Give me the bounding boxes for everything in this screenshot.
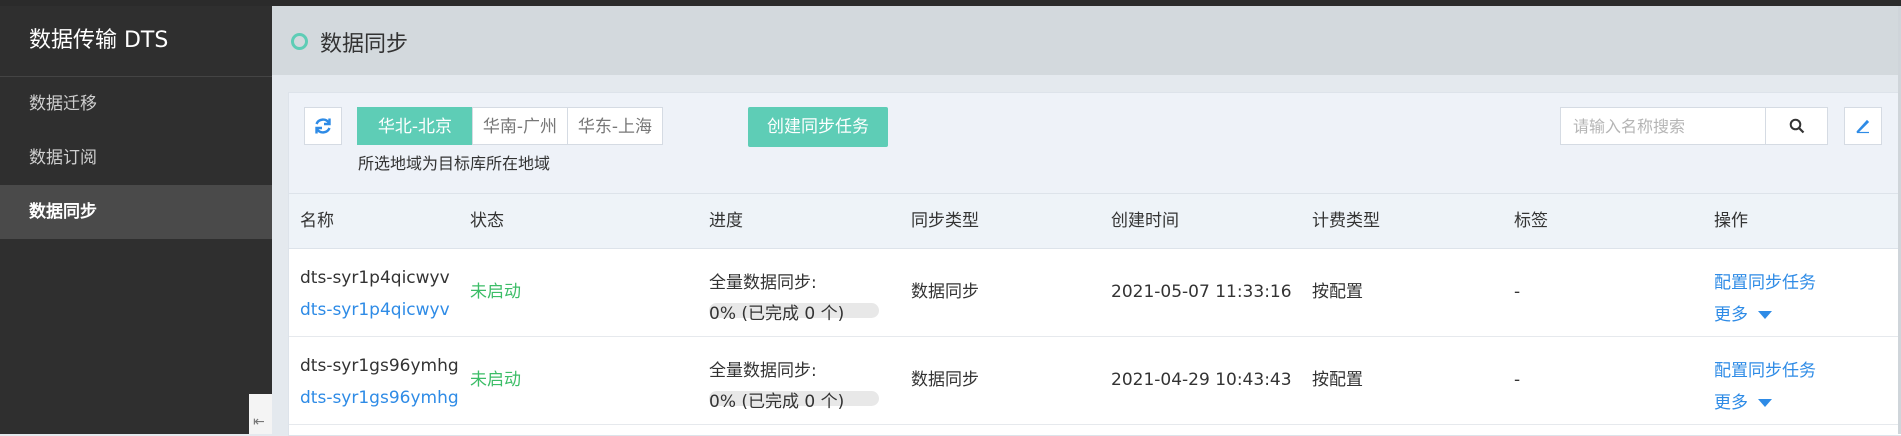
region-tab-shanghai[interactable]: 华东-上海 bbox=[567, 107, 663, 145]
billing-type: 按配置 bbox=[1312, 370, 1363, 390]
status-text: 未启动 bbox=[470, 370, 521, 390]
column-header-name: 名称 bbox=[300, 211, 334, 231]
configure-sync-task-link[interactable]: 配置同步任务 bbox=[1714, 268, 1816, 293]
search-icon bbox=[1789, 118, 1805, 134]
task-id-link[interactable]: dts-syr1p4qicwyv bbox=[300, 300, 450, 320]
task-name: dts-syr1p4qicwyv bbox=[300, 268, 450, 288]
column-header-progress: 进度 bbox=[709, 211, 743, 231]
progress-label: 全量数据同步: bbox=[709, 361, 817, 381]
tag-value: - bbox=[1514, 282, 1521, 302]
table-row: dts-syr1gs96ymhg dts-syr1gs96ymhg 未启动 全量… bbox=[289, 337, 1901, 425]
refresh-button[interactable] bbox=[304, 107, 342, 145]
sidebar-item-sync[interactable]: 数据同步 bbox=[0, 185, 272, 239]
region-tab-guangzhou[interactable]: 华南-广州 bbox=[472, 107, 568, 145]
table-row: dts-syr1p4qicwyv dts-syr1p4qicwyv 未启动 全量… bbox=[289, 249, 1901, 337]
more-actions-dropdown[interactable]: 更多 bbox=[1714, 388, 1772, 413]
edit-button[interactable] bbox=[1844, 107, 1882, 145]
billing-type: 按配置 bbox=[1312, 282, 1363, 302]
more-label: 更多 bbox=[1714, 305, 1748, 325]
column-header-status: 状态 bbox=[470, 211, 504, 231]
sidebar-item-migration[interactable]: 数据迁移 bbox=[0, 77, 272, 131]
more-label: 更多 bbox=[1714, 393, 1748, 413]
region-tab-beijing[interactable]: 华北-北京 bbox=[357, 107, 473, 145]
sidebar-title: 数据传输 DTS bbox=[0, 6, 272, 77]
caret-down-icon bbox=[1758, 399, 1772, 407]
sync-type: 数据同步 bbox=[911, 282, 979, 302]
configure-sync-task-link[interactable]: 配置同步任务 bbox=[1714, 356, 1816, 381]
create-sync-task-button[interactable]: 创建同步任务 bbox=[748, 107, 888, 147]
region-note: 所选地域为目标库所在地域 bbox=[358, 154, 551, 173]
task-id-link[interactable]: dts-syr1gs96ymhg bbox=[300, 388, 459, 408]
column-header-billing: 计费类型 bbox=[1312, 211, 1380, 231]
region-selector: 华北-北京 华南-广州 华东-上海 bbox=[357, 107, 663, 145]
created-time: 2021-04-29 10:43:43 bbox=[1111, 370, 1292, 390]
sidebar-collapse-button[interactable]: ⇤ bbox=[249, 394, 272, 434]
status-text: 未启动 bbox=[470, 282, 521, 302]
main-panel: 华北-北京 华南-广州 华东-上海 所选地域为目标库所在地域 创建同步任务 名称… bbox=[288, 92, 1901, 436]
collapse-icon: ⇤ bbox=[253, 414, 265, 430]
page-title: 数据同步 bbox=[320, 32, 409, 57]
refresh-icon bbox=[315, 118, 331, 134]
sync-type: 数据同步 bbox=[911, 370, 979, 390]
column-header-sync-type: 同步类型 bbox=[911, 211, 979, 231]
sidebar-item-subscription[interactable]: 数据订阅 bbox=[0, 131, 272, 185]
progress-label: 全量数据同步: bbox=[709, 273, 817, 293]
search-input[interactable] bbox=[1560, 107, 1766, 145]
more-actions-dropdown[interactable]: 更多 bbox=[1714, 300, 1772, 325]
search-button[interactable] bbox=[1765, 107, 1828, 145]
column-header-tag: 标签 bbox=[1514, 211, 1548, 231]
created-time: 2021-05-07 11:33:16 bbox=[1111, 282, 1292, 302]
pencil-icon bbox=[1856, 119, 1870, 134]
page-header: 数据同步 bbox=[272, 6, 1901, 75]
progress-text: 0% (已完成 0 个) bbox=[709, 392, 845, 412]
sidebar: 数据传输 DTS 数据迁移 数据订阅 数据同步 ⇤ bbox=[0, 6, 272, 434]
toolbar: 华北-北京 华南-广州 华东-上海 所选地域为目标库所在地域 创建同步任务 bbox=[289, 93, 1901, 193]
task-name: dts-syr1gs96ymhg bbox=[300, 356, 459, 376]
tag-value: - bbox=[1514, 370, 1521, 390]
column-header-created: 创建时间 bbox=[1111, 211, 1179, 231]
status-circle-icon bbox=[291, 33, 308, 50]
progress-text: 0% (已完成 0 个) bbox=[709, 304, 845, 324]
table-header: 名称 状态 进度 同步类型 创建时间 计费类型 标签 操作 bbox=[289, 193, 1901, 249]
column-header-actions: 操作 bbox=[1714, 211, 1748, 231]
caret-down-icon bbox=[1758, 311, 1772, 319]
